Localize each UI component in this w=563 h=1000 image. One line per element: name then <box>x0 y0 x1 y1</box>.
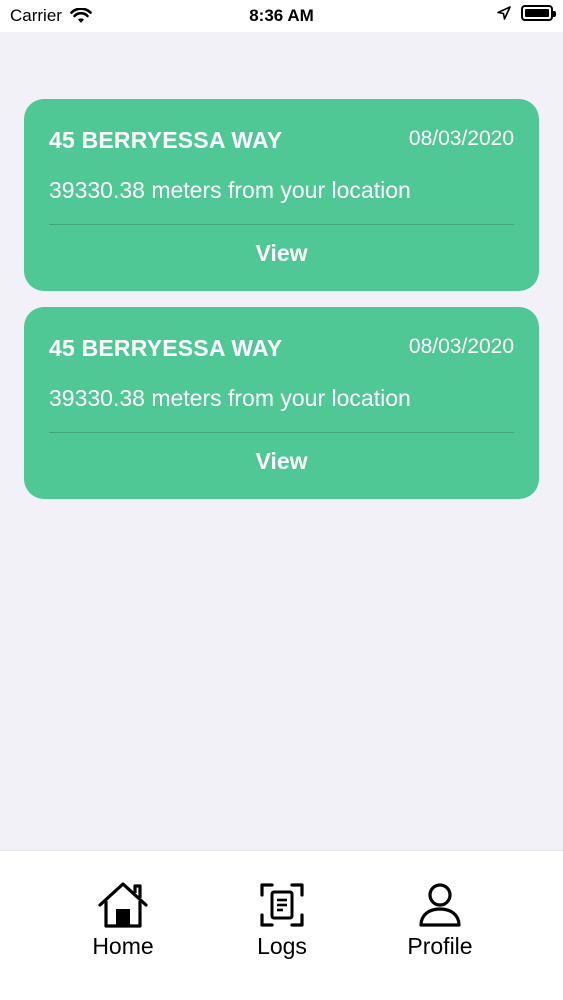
tab-home[interactable]: Home <box>63 881 183 960</box>
battery-icon <box>521 5 556 21</box>
location-arrow-icon <box>497 6 511 20</box>
card-divider <box>49 432 514 433</box>
card-date: 08/03/2020 <box>408 127 514 150</box>
tab-bar: Home Logs Profile <box>0 850 563 1000</box>
battery-nub <box>553 11 556 17</box>
status-time: 8:36 AM <box>249 6 314 25</box>
card-date: 08/03/2020 <box>408 335 514 358</box>
status-right <box>497 5 556 21</box>
tab-profile[interactable]: Profile <box>380 881 500 960</box>
logs-icon <box>260 883 304 927</box>
home-icon <box>98 882 148 928</box>
log-card: 45 BERRYESSA WAY 08/03/2020 39330.38 met… <box>24 99 539 291</box>
battery-fill <box>525 9 549 17</box>
card-address: 45 BERRYESSA WAY <box>49 335 283 361</box>
tab-home-label: Home <box>92 933 154 959</box>
tab-logs-label: Logs <box>257 933 307 959</box>
card-divider <box>49 224 514 225</box>
tab-logs[interactable]: Logs <box>222 881 342 960</box>
log-card: 45 BERRYESSA WAY 08/03/2020 39330.38 met… <box>24 307 539 499</box>
status-bar: Carrier 8:36 AM <box>0 0 563 32</box>
card-distance: 39330.38 meters from your location <box>49 385 411 411</box>
view-button[interactable]: View <box>24 435 539 487</box>
card-address: 45 BERRYESSA WAY <box>49 127 283 153</box>
tab-profile-label: Profile <box>407 933 473 959</box>
profile-icon <box>419 883 461 927</box>
card-distance: 39330.38 meters from your location <box>49 177 411 203</box>
view-button[interactable]: View <box>24 227 539 279</box>
app-screen: Carrier 8:36 AM 45 BERRYESSA WAY 08/03/2… <box>0 0 563 1000</box>
